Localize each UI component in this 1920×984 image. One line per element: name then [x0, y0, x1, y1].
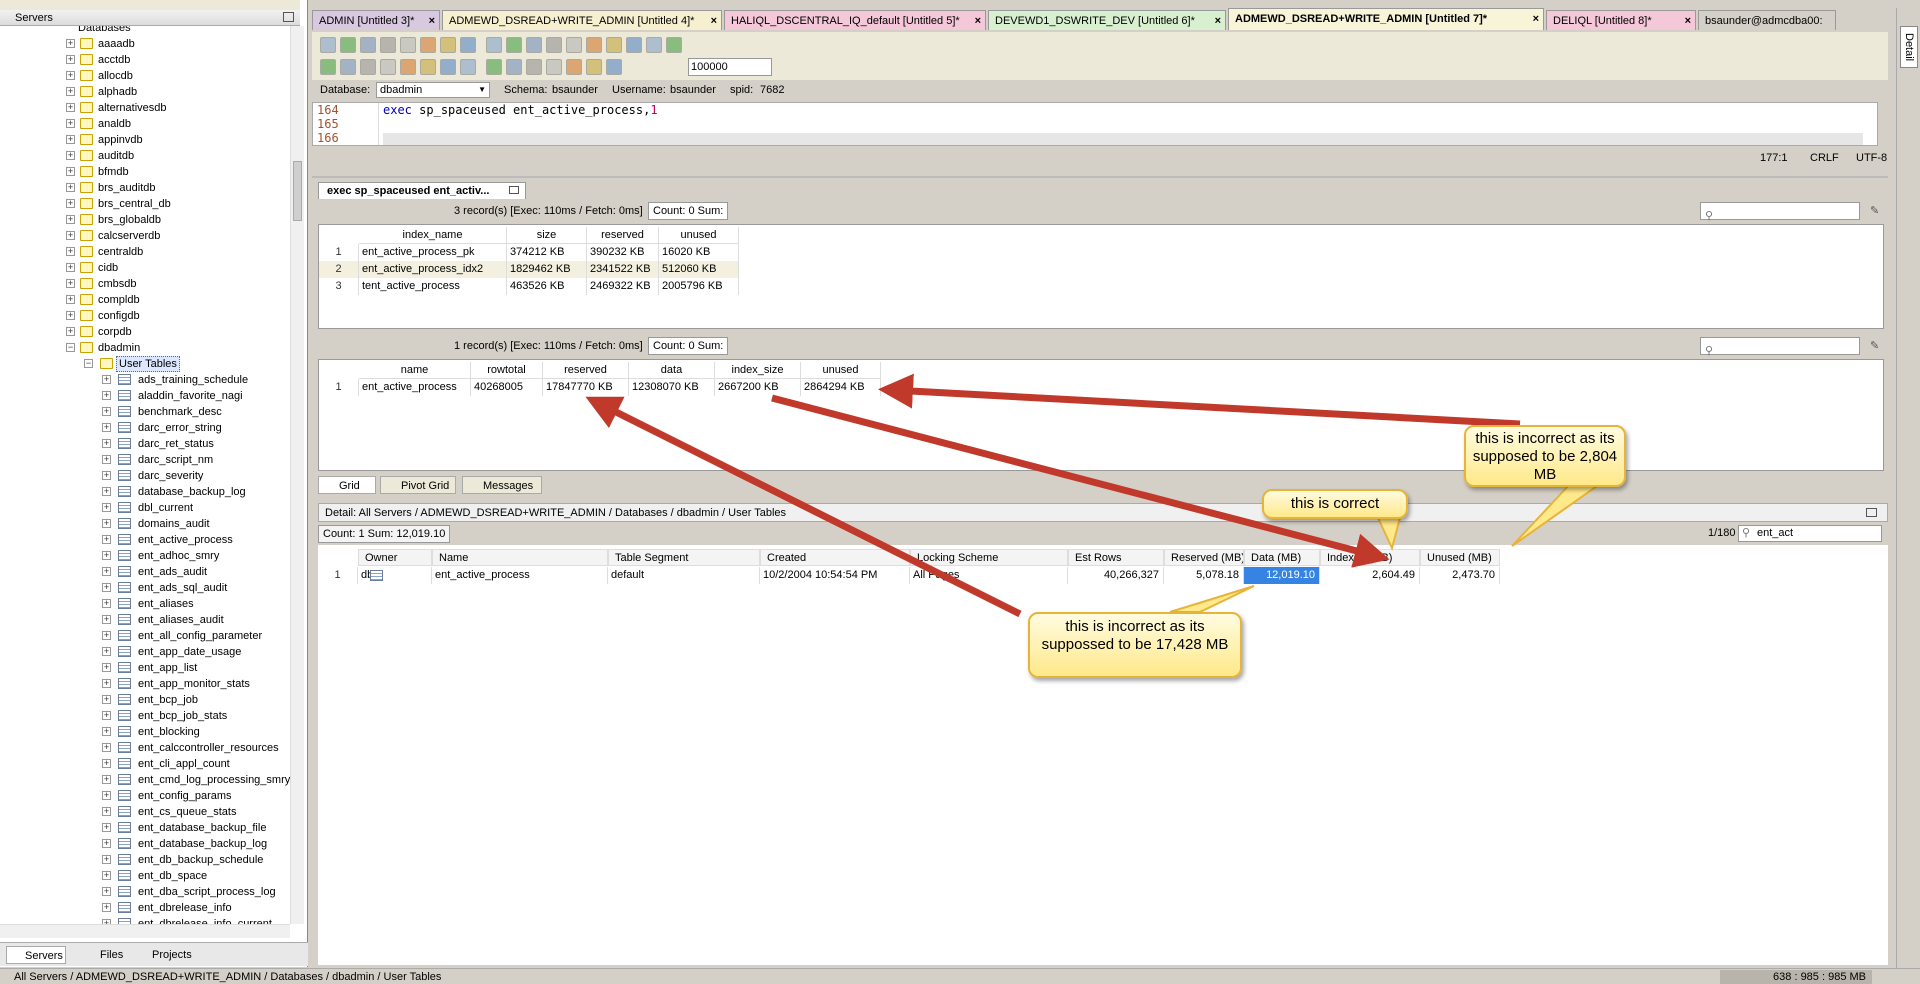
arrow-to-unused	[878, 373, 1521, 428]
callout-unused-incorrect: this is incorrect as its supposed to be …	[1464, 425, 1626, 487]
callout-unused-text: this is incorrect as its supposed to be …	[1472, 430, 1618, 483]
annotation-arrows	[585, 373, 1604, 618]
callout-pointer-reserved	[1169, 585, 1255, 613]
callout-reserved-text: this is incorrect as its suppossed to be…	[1041, 618, 1229, 653]
callout-reserved-incorrect: this is incorrect as its suppossed to be…	[1028, 612, 1242, 678]
arrow-to-reserved	[585, 396, 1022, 618]
callout-correct-text: this is correct	[1290, 495, 1380, 512]
callout-pointer-unused	[1511, 483, 1604, 547]
callout-correct: this is correct	[1262, 489, 1408, 519]
callout-pointer-correct	[1376, 517, 1402, 551]
app-window: Servers Databases + aaaadb + acctdb + allocdb +…	[0, 0, 1920, 984]
